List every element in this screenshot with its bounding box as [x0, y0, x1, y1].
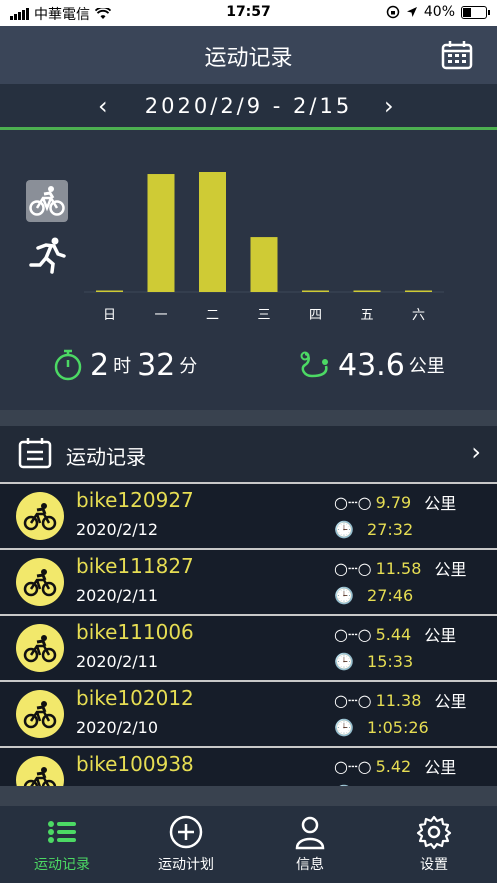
clock-icon: 🕒 — [334, 520, 354, 539]
bike-avatar-icon — [16, 492, 64, 540]
minutes-unit: 分 — [179, 356, 198, 377]
tick-label-0: 日 — [103, 308, 116, 323]
record-duration: 🕒 15:33 — [334, 652, 414, 671]
record-row[interactable]: bike100938 ○┄○5.42 公里 🕒 — [0, 746, 497, 786]
record-duration: 🕒 1:05:26 — [334, 718, 429, 737]
rotation-lock-icon — [386, 5, 400, 19]
bike-icon — [29, 186, 65, 216]
week-selector: ‹ 2020/2/9 - 2/15 › — [0, 84, 497, 130]
bike-avatar-icon — [16, 624, 64, 672]
next-week-button[interactable]: › — [384, 92, 394, 120]
footer-gap — [0, 786, 497, 806]
tick-label-1: 一 — [154, 308, 167, 323]
distance-dots-icon: ○┄○ — [334, 690, 372, 710]
tab-info-label: 信息 — [296, 857, 324, 873]
record-name: bike111827 — [76, 554, 194, 578]
tab-plan[interactable]: 运动计划 — [136, 814, 236, 874]
distance-dots-icon: ○┄○ — [334, 624, 372, 644]
records-header-label: 运动记录 — [66, 445, 146, 469]
bar-4 — [302, 290, 329, 292]
stopwatch-icon — [54, 349, 82, 381]
status-right: 40% — [386, 4, 490, 20]
weekly-chart-panel: 日 一 二 三 四 五 六 2 时 32 分 43.6 公里 — [0, 130, 497, 410]
calendar-icon[interactable] — [441, 40, 473, 70]
distance-dots-icon: ○┄○ — [334, 558, 372, 578]
record-name: bike100938 — [76, 752, 194, 776]
record-distance: ○┄○ 11.38 公里 — [334, 690, 467, 712]
battery-icon — [461, 5, 490, 19]
record-row[interactable]: bike111827 2020/2/11 ○┄○ 11.58 公里 🕒 27:46 — [0, 548, 497, 614]
weekly-bar-chart: 日一二三四五六 — [84, 172, 444, 323]
records-header[interactable]: 运动记录 › — [0, 426, 497, 482]
record-name: bike111006 — [76, 620, 194, 644]
records-list: bike120927 2020/2/12 ○┄○ 9.79 公里 🕒 27:32 … — [0, 482, 497, 786]
list-icon — [48, 821, 76, 843]
record-date: 2020/2/10 — [76, 718, 159, 737]
tick-label-5: 五 — [360, 308, 373, 323]
distance-value: 43.6 — [338, 347, 405, 383]
record-duration: 🕒 27:32 — [334, 520, 414, 539]
clock-icon: 🕒 — [334, 652, 354, 671]
bar-5 — [353, 290, 381, 292]
total-hours: 2 — [90, 347, 110, 383]
bar-1 — [147, 174, 175, 292]
bike-filter-button[interactable] — [26, 180, 68, 222]
tab-info[interactable]: 信息 — [260, 814, 360, 874]
tab-settings[interactable]: 设置 — [384, 814, 484, 874]
bike-avatar-icon — [16, 756, 64, 786]
status-bar: 中華電信 17:57 40% — [0, 0, 497, 26]
tab-plan-label: 运动计划 — [158, 857, 214, 873]
record-date: 2020/2/11 — [76, 586, 159, 605]
tab-records-label: 运动记录 — [34, 857, 90, 873]
record-name: bike120927 — [76, 488, 194, 512]
total-distance: 43.6 公里 — [298, 342, 451, 388]
clock-icon: 🕒 — [334, 586, 354, 605]
battery-percent: 40% — [423, 4, 455, 20]
route-icon — [300, 351, 328, 378]
record-distance: ○┄○ 5.44 公里 — [334, 624, 457, 646]
record-distance: ○┄○ 11.58 公里 — [334, 558, 467, 580]
record-date: 2020/2/11 — [76, 652, 159, 671]
chevron-right-icon: › — [471, 438, 481, 466]
record-row[interactable]: bike111006 2020/2/11 ○┄○ 5.44 公里 🕒 15:33 — [0, 614, 497, 680]
bike-avatar-icon — [16, 690, 64, 738]
clock-icon: 🕒 — [334, 718, 354, 737]
hours-unit: 时 — [113, 356, 132, 377]
tab-bar: 运动记录 运动计划 信息 设置 — [0, 806, 497, 883]
total-time: 2 时 32 分 — [52, 342, 203, 388]
page-title: 运动记录 — [204, 46, 293, 71]
record-distance: ○┄○ 5.42 公里 — [334, 756, 457, 778]
record-row[interactable]: bike102012 2020/2/10 ○┄○ 11.38 公里 🕒 1:05:… — [0, 680, 497, 746]
tick-label-4: 四 — [309, 308, 322, 323]
tick-label-6: 六 — [412, 308, 425, 323]
distance-dots-icon: ○┄○ — [334, 756, 372, 776]
tab-records[interactable]: 运动记录 — [12, 814, 112, 874]
record-date: 2020/2/12 — [76, 520, 159, 539]
record-distance: ○┄○ 9.79 公里 — [334, 492, 457, 514]
bar-3 — [250, 237, 278, 292]
app-header: 运动记录 — [0, 26, 497, 84]
section-gap — [0, 410, 497, 426]
add-circle-icon — [169, 815, 203, 849]
bar-2 — [199, 172, 226, 292]
location-icon — [406, 7, 417, 17]
record-name: bike102012 — [76, 686, 194, 710]
record-list-icon — [18, 438, 52, 469]
bar-6 — [405, 290, 432, 292]
distance-unit: 公里 — [408, 356, 445, 377]
tick-label-3: 三 — [257, 308, 270, 323]
tick-label-2: 二 — [206, 308, 219, 323]
user-icon — [295, 816, 325, 850]
record-duration: 🕒 27:46 — [334, 586, 414, 605]
gear-icon — [416, 815, 452, 850]
bar-0 — [96, 290, 123, 292]
bike-avatar-icon — [16, 558, 64, 606]
battery-level — [463, 7, 471, 17]
week-range: 2020/2/9 - 2/15 — [144, 94, 353, 118]
tab-settings-label: 设置 — [420, 857, 448, 873]
record-row[interactable]: bike120927 2020/2/12 ○┄○ 9.79 公里 🕒 27:32 — [0, 482, 497, 548]
run-icon[interactable] — [28, 234, 68, 274]
total-minutes: 32 — [137, 347, 176, 383]
distance-dots-icon: ○┄○ — [334, 492, 372, 512]
